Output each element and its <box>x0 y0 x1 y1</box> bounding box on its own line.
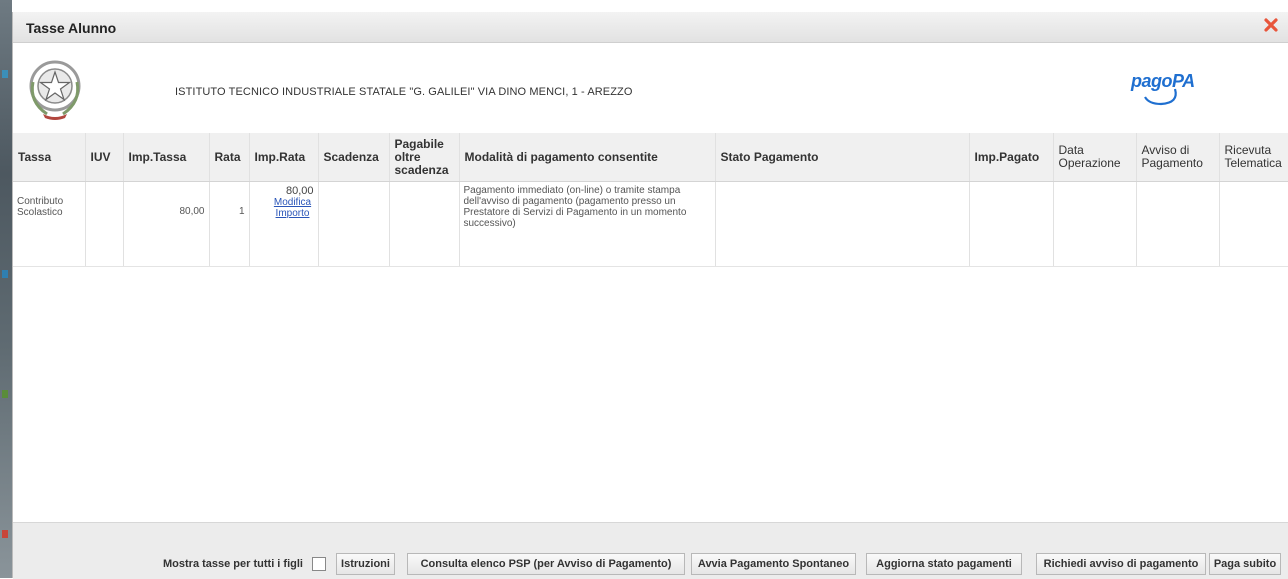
table-row[interactable]: Contributo Scolastico 80,00 1 80,00 Modi… <box>13 181 1288 267</box>
pagopa-swoosh-icon <box>1144 88 1177 106</box>
close-icon[interactable] <box>1263 17 1279 33</box>
mostra-tasse-label: Mostra tasse per tutti i figli <box>163 558 303 570</box>
pagopa-logo-icon: pagoPA <box>1131 71 1195 107</box>
imp-rata-value: 80,00 <box>285 185 314 197</box>
col-pagabile-oltre-scadenza: Pagabile oltre scadenza <box>389 133 460 182</box>
dialog-footer: Mostra tasse per tutti i figli Istruzion… <box>13 522 1288 579</box>
mostra-tasse-checkbox[interactable] <box>312 557 326 571</box>
col-stato-pagamento: Stato Pagamento <box>715 133 970 182</box>
cell-avviso-pagamento <box>1136 181 1220 267</box>
cell-stato-pagamento <box>715 181 970 267</box>
col-iuv: IUV <box>85 133 124 182</box>
aggiorna-stato-pagamenti-button[interactable]: Aggiorna stato pagamenti <box>866 553 1022 575</box>
col-data-operazione: Data Operazione <box>1053 133 1137 182</box>
consulta-psp-button[interactable]: Consulta elenco PSP (per Avviso di Pagam… <box>407 553 685 575</box>
tax-table: Tassa IUV Imp.Tassa Rata Imp.Rata Scaden… <box>13 133 1288 267</box>
tasse-alunno-dialog: Tasse Alunno ISTITUTO TECNICO INDUSTRIAL… <box>12 12 1288 579</box>
school-name: ISTITUTO TECNICO INDUSTRIALE STATALE "G.… <box>175 86 633 98</box>
cell-rata: 1 <box>209 181 250 267</box>
italian-republic-emblem-icon <box>29 60 81 120</box>
col-rata: Rata <box>209 133 250 182</box>
cell-imp-tassa: 80,00 <box>123 181 210 267</box>
cell-data-operazione <box>1053 181 1137 267</box>
col-imp-pagato: Imp.Pagato <box>969 133 1054 182</box>
col-tassa: Tassa <box>13 133 86 182</box>
richiedi-avviso-button[interactable]: Richiedi avviso di pagamento <box>1036 553 1206 575</box>
cell-pagabile-oltre-scadenza <box>389 181 460 267</box>
background-marker <box>2 70 8 78</box>
cell-imp-rata: 80,00 Modifica Importo <box>249 181 319 267</box>
istruzioni-button[interactable]: Istruzioni <box>336 553 395 575</box>
background-window-strip <box>0 0 12 578</box>
cell-scadenza <box>318 181 390 267</box>
col-ricevuta-telematica: Ricevuta Telematica <box>1219 133 1288 182</box>
col-imp-tassa: Imp.Tassa <box>123 133 210 182</box>
cell-tassa: Contributo Scolastico <box>13 181 86 267</box>
background-marker <box>2 530 8 538</box>
cell-modalita: Pagamento immediato (on-line) o tramite … <box>459 181 716 267</box>
avvia-pagamento-spontaneo-button[interactable]: Avvia Pagamento Spontaneo <box>691 553 856 575</box>
col-avviso-pagamento: Avviso di Pagamento <box>1136 133 1220 182</box>
col-modalita: Modalità di pagamento consentite <box>459 133 716 182</box>
background-marker <box>2 270 8 278</box>
dialog-titlebar: Tasse Alunno <box>13 12 1288 43</box>
modifica-importo-link[interactable]: Modifica Importo <box>272 197 314 219</box>
cell-imp-pagato <box>969 181 1054 267</box>
dialog-title: Tasse Alunno <box>26 20 117 36</box>
cell-iuv <box>85 181 124 267</box>
cell-ricevuta-telematica <box>1219 181 1288 267</box>
background-marker <box>2 390 8 398</box>
school-header: ISTITUTO TECNICO INDUSTRIALE STATALE "G.… <box>13 43 1288 133</box>
table-header-row: Tassa IUV Imp.Tassa Rata Imp.Rata Scaden… <box>13 133 1288 182</box>
paga-subito-button[interactable]: Paga subito <box>1209 553 1281 575</box>
col-imp-rata: Imp.Rata <box>249 133 319 182</box>
col-scadenza: Scadenza <box>318 133 390 182</box>
